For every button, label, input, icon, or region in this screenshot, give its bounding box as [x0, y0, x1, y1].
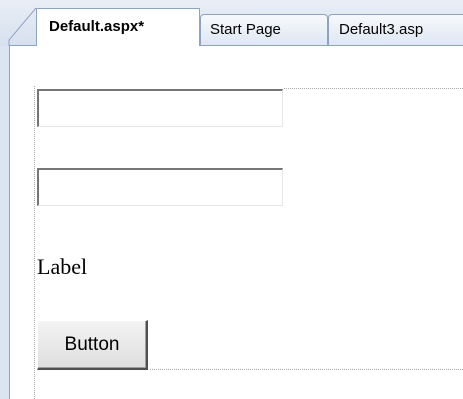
tab-default3-aspx-label: Default3.asp	[339, 21, 424, 38]
tab-default-aspx-label: Default.aspx*	[49, 18, 145, 35]
tab-default3-aspx[interactable]: Default3.asp	[328, 14, 463, 45]
tab-start-page-label: Start Page	[210, 21, 281, 38]
tab-start-page[interactable]: Start Page	[200, 14, 328, 45]
design-surface-left-guide	[34, 86, 35, 399]
label-control[interactable]: Label	[37, 254, 87, 280]
button-row-guide	[150, 369, 463, 370]
textbox-1[interactable]	[37, 89, 283, 127]
tab-default-aspx[interactable]: Default.aspx*	[36, 8, 200, 46]
textbox1-row-guide	[284, 88, 463, 89]
textbox-2[interactable]	[37, 168, 283, 206]
document-tab-strip: Default.aspx* Start Page Default3.asp	[0, 0, 463, 46]
button-control[interactable]: Button	[37, 320, 148, 370]
